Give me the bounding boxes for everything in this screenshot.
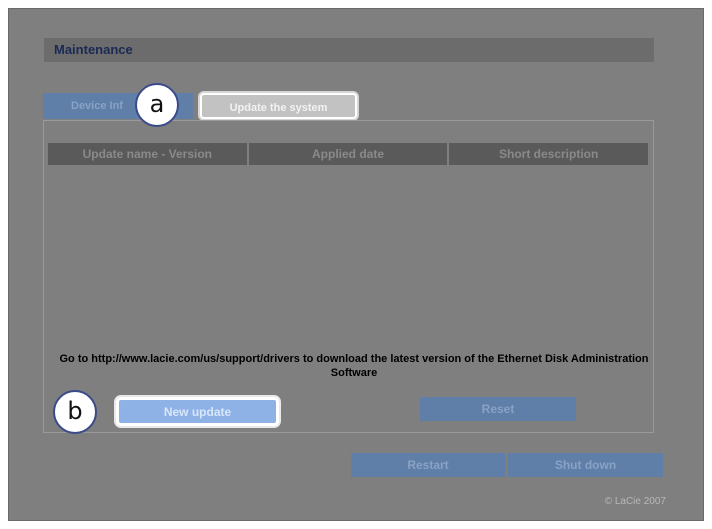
download-notice: Go to http://www.lacie.com/us/support/dr… [59,353,649,379]
column-header-short-description[interactable]: Short description [449,143,649,165]
shutdown-button[interactable]: Shut down [508,453,663,477]
callout-b: b [53,390,97,434]
new-update-button[interactable]: New update [116,397,279,426]
updates-table-header: Update name - Version Applied date Short… [48,143,649,165]
copyright-text: © LaCie 2007 [604,496,666,507]
reset-button[interactable]: Reset [420,397,576,421]
restart-button[interactable]: Restart [351,453,505,477]
column-header-update-name[interactable]: Update name - Version [48,143,249,165]
update-panel [43,120,654,433]
tab-update-system[interactable]: Update the system [200,93,357,119]
page-title: Maintenance [54,42,133,57]
section-header: Maintenance [44,38,654,62]
callout-a: a [135,83,179,127]
column-header-applied-date[interactable]: Applied date [248,143,450,165]
